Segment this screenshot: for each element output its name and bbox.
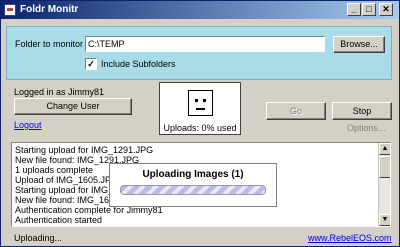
- change-user-button[interactable]: Change User: [14, 98, 132, 115]
- minimize-button[interactable]: _: [347, 3, 361, 16]
- folder-panel: Folder to monitor C:\TEMP Browse... ✓ In…: [6, 26, 392, 80]
- close-button[interactable]: ✕: [379, 3, 393, 16]
- folder-label: Folder to monitor: [15, 39, 84, 49]
- upload-progress-bar: [120, 185, 266, 195]
- browse-button[interactable]: Browse...: [333, 36, 385, 53]
- include-subfolders-checkbox[interactable]: ✓: [85, 58, 97, 70]
- go-button[interactable]: Go: [266, 102, 326, 120]
- upload-dialog-title: Uploading Images (1): [142, 169, 244, 180]
- log-line: Authentication started: [15, 215, 103, 225]
- title-bar: Foldr Monitr _ □ ✕: [1, 1, 399, 19]
- window-title: Foldr Monitr: [20, 4, 79, 15]
- status-text: Uploading...: [14, 233, 63, 243]
- maximize-button[interactable]: □: [362, 3, 376, 16]
- logged-in-label: Logged in as Jimmy81: [14, 87, 105, 97]
- neutral-face-icon: [188, 90, 213, 116]
- website-link[interactable]: www.RebelEOS.com: [308, 233, 392, 243]
- log-line: Upload of IMG_1605.JPG: [15, 175, 119, 185]
- app-window: Foldr Monitr _ □ ✕ Folder to monitor C:\…: [0, 0, 400, 247]
- log-line: Starting upload for IMG_1291.JPG: [15, 145, 154, 155]
- status-panel: Uploads: 0% used: [159, 82, 241, 135]
- include-subfolders-label: Include Subfolders: [101, 59, 176, 69]
- logout-link[interactable]: Logout: [14, 120, 42, 130]
- uploads-usage: Uploads: 0% used: [163, 123, 237, 133]
- upload-progress-dialog: Uploading Images (1): [109, 163, 277, 207]
- scroll-thumb[interactable]: [379, 156, 390, 178]
- stop-button[interactable]: Stop: [332, 102, 392, 120]
- log-line: 1 uploads complete: [15, 165, 94, 175]
- log-scrollbar[interactable]: ▲ ▼: [378, 143, 390, 226]
- folder-input[interactable]: C:\TEMP: [85, 36, 325, 52]
- options-link[interactable]: Options...: [347, 123, 386, 133]
- scroll-up-icon[interactable]: ▲: [379, 143, 390, 155]
- scroll-down-icon[interactable]: ▼: [379, 214, 390, 226]
- app-icon: [4, 4, 16, 16]
